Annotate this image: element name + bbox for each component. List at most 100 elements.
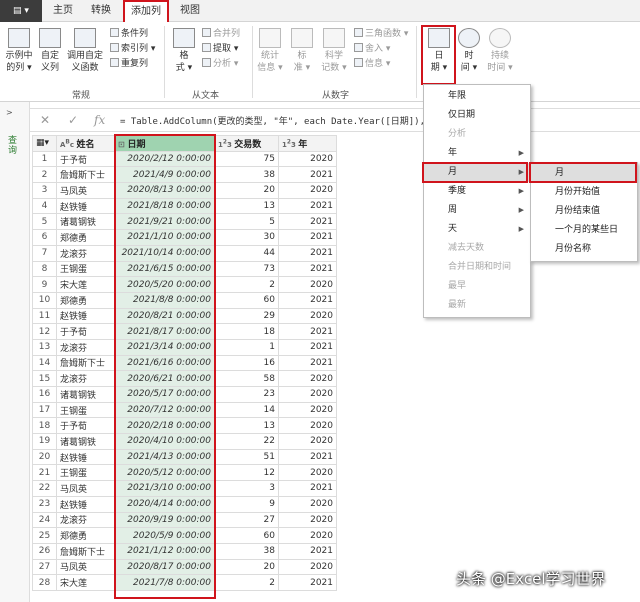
cell-year[interactable]: 2020 <box>278 370 337 387</box>
cell-year[interactable]: 2020 <box>278 276 337 293</box>
row-number[interactable]: 24 <box>32 511 57 529</box>
cell-year[interactable]: 2020 <box>278 558 337 576</box>
cell-count[interactable]: 38 <box>214 542 279 560</box>
cell-year[interactable]: 2020 <box>278 495 337 513</box>
cell-year[interactable]: 2021 <box>278 574 337 591</box>
cell-count[interactable]: 5 <box>214 213 279 231</box>
cell-year[interactable]: 2020 <box>278 511 337 529</box>
scientific-button[interactable]: 科学 记数 ▾ <box>318 28 350 74</box>
trigonometry-button[interactable]: 三角函数 ▾ <box>354 28 408 41</box>
row-number[interactable]: 27 <box>32 558 57 576</box>
row-number[interactable]: 22 <box>32 480 57 497</box>
cell-year[interactable]: 2021 <box>278 197 337 215</box>
expand-pane-icon[interactable]: > <box>6 108 13 117</box>
tab-home[interactable]: 主页 <box>48 0 78 22</box>
menu-item-combine-date-time[interactable]: 合并日期和时间 <box>424 258 530 277</box>
menu-item-parse[interactable]: 分析 <box>424 125 530 144</box>
cell-count[interactable]: 51 <box>214 448 279 466</box>
row-number[interactable]: 26 <box>32 542 57 560</box>
cell-name[interactable]: 龙滚芬 <box>56 338 115 356</box>
cell-year[interactable]: 2021 <box>278 229 337 246</box>
row-number[interactable]: 20 <box>32 448 57 466</box>
submenu-item-days-in-month[interactable]: 一个月的某些日 <box>531 221 637 240</box>
cell-year[interactable]: 2020 <box>278 527 337 544</box>
cell-name[interactable]: 赵铁锤 <box>56 307 115 325</box>
cell-count[interactable]: 18 <box>214 323 279 340</box>
formula-input[interactable]: = Table.AddColumn(更改的类型, "年", each Date.… <box>120 114 441 127</box>
cell-year[interactable]: 2021 <box>278 448 337 466</box>
custom-column-button[interactable]: 自定 义列 <box>36 28 64 74</box>
cell-year[interactable]: 2021 <box>278 323 337 340</box>
row-number[interactable]: 23 <box>32 495 57 513</box>
row-number[interactable]: 5 <box>32 213 57 231</box>
table-menu-button[interactable]: ▦▾ <box>32 135 57 152</box>
cell-year[interactable]: 2021 <box>278 260 337 278</box>
column-header-year[interactable]: 123 年 <box>278 135 337 152</box>
file-menu-button[interactable]: ▤ ▾ <box>0 0 42 22</box>
submenu-item-name-of-month[interactable]: 月份名称 <box>531 240 637 259</box>
cell-count[interactable]: 12 <box>214 464 279 482</box>
row-number[interactable]: 2 <box>32 166 57 184</box>
cell-count[interactable]: 44 <box>214 244 279 262</box>
menu-item-date-only[interactable]: 仅日期 <box>424 106 530 125</box>
cell-year[interactable]: 2020 <box>278 417 337 435</box>
tab-view[interactable]: 视图 <box>175 0 205 22</box>
cell-count[interactable]: 73 <box>214 260 279 278</box>
cell-count[interactable]: 75 <box>214 150 279 168</box>
cell-year[interactable]: 2020 <box>278 307 337 325</box>
cell-name[interactable]: 郑德勇 <box>56 291 115 309</box>
statistics-button[interactable]: 统计 信息 ▾ <box>256 28 284 74</box>
row-number[interactable]: 1 <box>32 150 57 168</box>
tab-transform[interactable]: 转换 <box>84 0 118 22</box>
row-number[interactable]: 3 <box>32 182 57 199</box>
cell-count[interactable]: 38 <box>214 166 279 184</box>
row-number[interactable]: 6 <box>32 229 57 246</box>
cell-count[interactable]: 20 <box>214 182 279 199</box>
cell-name[interactable]: 于予荀 <box>56 323 115 340</box>
row-number[interactable]: 21 <box>32 464 57 482</box>
menu-item-day[interactable]: 天 ▶ <box>424 220 530 239</box>
cell-name[interactable]: 郑德勇 <box>56 229 115 246</box>
cell-count[interactable]: 20 <box>214 558 279 576</box>
cell-count[interactable]: 27 <box>214 511 279 529</box>
cell-year[interactable]: 2021 <box>278 166 337 184</box>
cell-name[interactable]: 王钢蛋 <box>56 464 115 482</box>
cell-name[interactable]: 赵铁锤 <box>56 197 115 215</box>
row-number[interactable]: 25 <box>32 527 57 544</box>
cell-name[interactable]: 于予荀 <box>56 150 115 168</box>
row-number[interactable]: 14 <box>32 354 57 372</box>
cell-year[interactable]: 2021 <box>278 338 337 356</box>
fx-icon[interactable]: fx <box>94 113 105 127</box>
cell-count[interactable]: 1 <box>214 338 279 356</box>
row-number[interactable]: 16 <box>32 386 57 403</box>
cell-count[interactable]: 60 <box>214 527 279 544</box>
row-number[interactable]: 8 <box>32 260 57 278</box>
cell-count[interactable]: 2 <box>214 574 279 591</box>
cell-name[interactable]: 宋大莲 <box>56 574 115 591</box>
cell-name[interactable]: 郑德勇 <box>56 527 115 544</box>
row-number[interactable]: 4 <box>32 197 57 215</box>
cancel-icon[interactable]: ✕ <box>40 113 50 127</box>
cell-year[interactable]: 2020 <box>278 182 337 199</box>
cell-year[interactable]: 2021 <box>278 213 337 231</box>
parse-button[interactable]: 分析 ▾ <box>202 58 238 71</box>
cell-name[interactable]: 马凤英 <box>56 480 115 497</box>
extract-button[interactable]: 提取 ▾ <box>202 43 238 56</box>
cell-name[interactable]: 龙滚芬 <box>56 370 115 387</box>
cell-name[interactable]: 于予荀 <box>56 417 115 435</box>
cell-count[interactable]: 29 <box>214 307 279 325</box>
cell-count[interactable]: 23 <box>214 386 279 403</box>
row-number[interactable]: 28 <box>32 574 57 591</box>
cell-name[interactable]: 诸葛钢铁 <box>56 433 115 450</box>
duration-button[interactable]: 持续 时间 ▾ <box>484 28 516 74</box>
merge-columns-button[interactable]: 合并列 <box>202 28 240 41</box>
row-number[interactable]: 13 <box>32 338 57 356</box>
cell-name[interactable]: 赵铁锤 <box>56 448 115 466</box>
time-button[interactable]: 时 间 ▾ <box>456 28 482 74</box>
information-button[interactable]: 信息 ▾ <box>354 58 390 71</box>
cell-year[interactable]: 2021 <box>278 354 337 372</box>
cell-count[interactable]: 30 <box>214 229 279 246</box>
menu-item-subtract-days[interactable]: 减去天数 <box>424 239 530 258</box>
submenu-item-start-of-month[interactable]: 月份开始值 <box>531 183 637 202</box>
row-number[interactable]: 9 <box>32 276 57 293</box>
